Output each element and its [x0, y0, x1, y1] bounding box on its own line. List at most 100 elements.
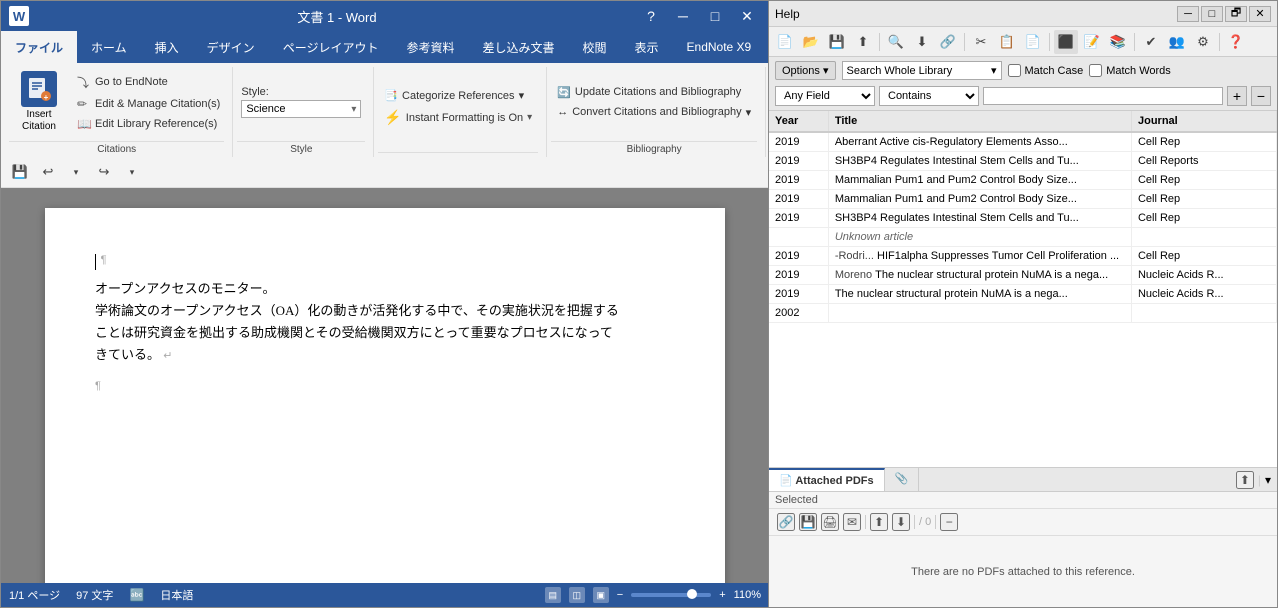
- minimize-btn[interactable]: ─: [669, 6, 697, 26]
- pdf-next-btn[interactable]: ⬇: [892, 513, 910, 531]
- search-options-btn[interactable]: Options ▾: [775, 61, 836, 80]
- document-page[interactable]: ¶ オープンアクセスのモニター。 学術論文のオープンアクセス（OA）化の動きが活…: [45, 208, 725, 583]
- en-group-btn[interactable]: 👥: [1165, 30, 1189, 54]
- match-words-checkbox[interactable]: [1089, 64, 1102, 77]
- pdf-link-btn[interactable]: 🔗: [777, 513, 795, 531]
- undo-arrow-btn[interactable]: ▾: [65, 161, 87, 183]
- en-new-ref-btn[interactable]: 📝: [1080, 30, 1104, 54]
- ref-title: The nuclear structural protein NuMA is a…: [828, 285, 1131, 304]
- en-paste-btn[interactable]: 📄: [1021, 30, 1045, 54]
- edit-library-btn[interactable]: 📖 Edit Library Reference(s): [73, 115, 224, 133]
- zoom-in-btn[interactable]: +: [719, 589, 725, 601]
- table-row[interactable]: 2019SH3BP4 Regulates Intestinal Stem Cel…: [769, 152, 1277, 171]
- en-check-btn[interactable]: ✔: [1139, 30, 1163, 54]
- table-row[interactable]: 2019Mammalian Pum1 and Pum2 Control Body…: [769, 171, 1277, 190]
- ref-year: 2019: [769, 190, 828, 209]
- endnote-restore-btn[interactable]: 🗗: [1225, 6, 1247, 22]
- view-web-btn[interactable]: ◫: [569, 587, 585, 603]
- table-row[interactable]: 2019Moreno The nuclear structural protei…: [769, 266, 1277, 285]
- en-copy-btn[interactable]: 📋: [995, 30, 1019, 54]
- chevron-down-icon[interactable]: ▾: [1265, 473, 1271, 487]
- en-search-online-btn[interactable]: 🔍: [884, 30, 908, 54]
- search-field-select[interactable]: Any Field: [775, 86, 875, 106]
- table-row[interactable]: 2002: [769, 304, 1277, 323]
- en-open-btn[interactable]: 📂: [799, 30, 823, 54]
- search-library-dropdown[interactable]: Search Whole Library ▾: [842, 61, 1002, 80]
- search-add-btn[interactable]: +: [1227, 86, 1247, 106]
- close-btn[interactable]: ✕: [733, 6, 761, 26]
- en-save-btn[interactable]: 💾: [825, 30, 849, 54]
- tab-endnote[interactable]: EndNote X9: [673, 31, 766, 63]
- go-to-endnote-btn[interactable]: ⤵ Go to EndNote: [73, 72, 224, 93]
- view-read-btn[interactable]: ▣: [593, 587, 609, 603]
- en-new-btn[interactable]: 📄: [773, 30, 797, 54]
- search-input[interactable]: [983, 87, 1223, 105]
- insert-citation-button[interactable]: + InsertCitation: [9, 67, 69, 137]
- pdf-prev-btn[interactable]: ⬆: [870, 513, 888, 531]
- tab-home[interactable]: ホーム: [77, 31, 141, 63]
- style-dropdown[interactable]: Science ▾: [241, 100, 361, 118]
- tab-references[interactable]: 参考資料: [392, 31, 468, 63]
- tab-review[interactable]: 校閲: [568, 31, 620, 63]
- en-bib-btn[interactable]: 📚: [1106, 30, 1130, 54]
- endnote-maximize-btn[interactable]: □: [1201, 6, 1223, 22]
- pdf-print-btn[interactable]: 🖨: [821, 513, 839, 531]
- table-row[interactable]: 2019SH3BP4 Regulates Intestinal Stem Cel…: [769, 209, 1277, 228]
- pdf-save-btn[interactable]: 💾: [799, 513, 817, 531]
- edit-manage-citation-btn[interactable]: ✏ Edit & Manage Citation(s): [73, 95, 224, 113]
- col-header-title[interactable]: Title: [828, 111, 1131, 132]
- ref-journal: Cell Rep: [1131, 171, 1276, 190]
- match-case-checkbox[interactable]: [1008, 64, 1021, 77]
- en-cut-btn[interactable]: ✂: [969, 30, 993, 54]
- en-url-btn[interactable]: 🔗: [936, 30, 960, 54]
- toolbar-sep-3: [1049, 33, 1050, 51]
- table-row[interactable]: 2019Mammalian Pum1 and Pum2 Control Body…: [769, 190, 1277, 209]
- redo-qa-btn[interactable]: ↪: [93, 161, 115, 183]
- endnote-close-btn[interactable]: ✕: [1249, 6, 1271, 22]
- table-row[interactable]: 2019-Rodri... HIF1alpha Suppresses Tumor…: [769, 247, 1277, 266]
- convert-citations-btn[interactable]: ↔ Convert Citations and Bibliography ▾: [551, 104, 757, 121]
- undo-qa-btn[interactable]: ↩: [37, 161, 59, 183]
- tab-file[interactable]: ファイル: [1, 31, 77, 63]
- attached-pdfs-tab[interactable]: 📄 Attached PDFs: [769, 468, 885, 491]
- tab-view[interactable]: 表示: [621, 31, 673, 63]
- save-qa-btn[interactable]: 💾: [9, 161, 31, 183]
- pdf-email-btn[interactable]: ✉: [843, 513, 861, 531]
- instant-format-arrow[interactable]: ▾: [527, 112, 532, 123]
- en-download-btn[interactable]: ⬇: [910, 30, 934, 54]
- search-contains-select[interactable]: Contains: [879, 86, 979, 106]
- table-row[interactable]: 2019The nuclear structural protein NuMA …: [769, 285, 1277, 304]
- bibliography-group: 🔄 Update Citations and Bibliography ↔ Co…: [547, 67, 766, 157]
- convert-arrow: ▾: [746, 106, 752, 119]
- en-help-btn[interactable]: ❓: [1224, 30, 1248, 54]
- search-remove-btn[interactable]: −: [1251, 86, 1271, 106]
- tab-insert[interactable]: 挿入: [141, 31, 193, 63]
- update-citations-btn[interactable]: 🔄 Update Citations and Bibliography: [551, 84, 757, 101]
- tab-design[interactable]: デザイン: [193, 31, 269, 63]
- view-normal-btn[interactable]: ▤: [545, 587, 561, 603]
- table-row[interactable]: 2019Aberrant Active cis-Regulatory Eleme…: [769, 132, 1277, 152]
- categorize-references-btn[interactable]: 📑 Categorize References ▾: [378, 87, 538, 104]
- search-row2: Any Field Contains + −: [775, 86, 1271, 106]
- tab-pagelayout[interactable]: ページレイアウト: [269, 31, 393, 63]
- customize-qa-btn[interactable]: ▾: [121, 161, 143, 183]
- citation-small-btns: ⤵ Go to EndNote ✏ Edit & Manage Citation…: [73, 72, 224, 133]
- ref-journal: Cell Rep: [1131, 190, 1276, 209]
- pdf-zoom-minus-btn[interactable]: −: [940, 513, 958, 531]
- zoom-slider[interactable]: [631, 593, 711, 597]
- col-header-year[interactable]: Year: [769, 111, 828, 132]
- en-settings-btn[interactable]: ⚙: [1191, 30, 1215, 54]
- help-btn[interactable]: ?: [637, 6, 665, 26]
- table-row[interactable]: Unknown article: [769, 228, 1277, 247]
- tab-mailmerge[interactable]: 差し込み文書: [468, 31, 568, 63]
- maximize-btn[interactable]: □: [701, 6, 729, 26]
- attach-tab[interactable]: 📎: [885, 468, 920, 491]
- expand-btn[interactable]: ⬆: [1236, 471, 1254, 489]
- style-value: Science: [246, 103, 351, 115]
- en-insert-ref-btn[interactable]: ⬛: [1054, 30, 1078, 54]
- reference-list[interactable]: Year Title Journal 2019Aberrant Active c…: [769, 111, 1277, 467]
- zoom-out-btn[interactable]: −: [617, 589, 623, 601]
- endnote-minimize-btn[interactable]: ─: [1177, 6, 1199, 22]
- en-upload-btn[interactable]: ⬆: [851, 30, 875, 54]
- col-header-journal[interactable]: Journal: [1131, 111, 1276, 132]
